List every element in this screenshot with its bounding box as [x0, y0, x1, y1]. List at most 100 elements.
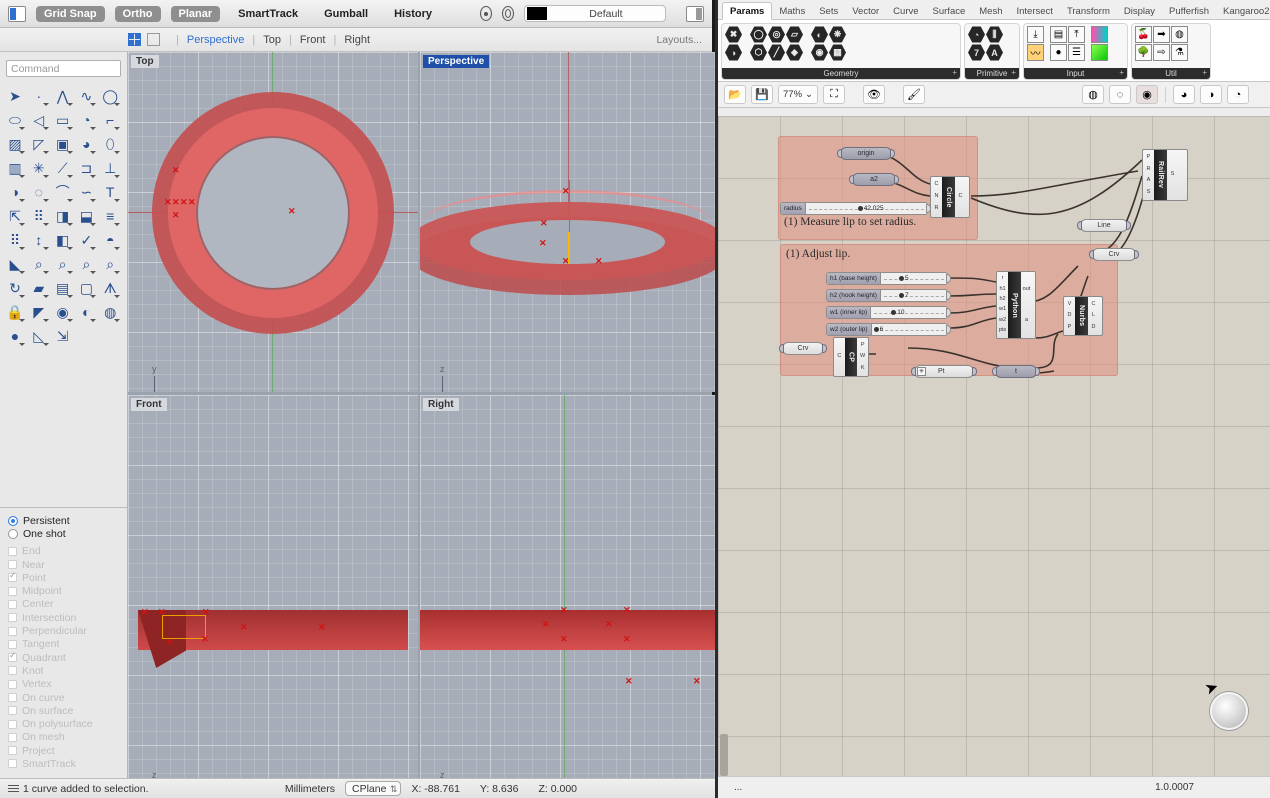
corner-icon[interactable]: ⌐ — [99, 109, 121, 131]
pin-C-out[interactable]: C — [1088, 301, 1099, 308]
slider-knob[interactable] — [873, 327, 879, 332]
text-icon[interactable]: A — [986, 44, 1003, 61]
tab-sets[interactable]: Sets — [812, 3, 845, 19]
data-tree-icon[interactable]: 🌳 — [1135, 44, 1152, 61]
paint-icon[interactable]: ◧ — [52, 229, 74, 251]
midpoint-checkbox[interactable] — [8, 586, 17, 596]
osnap-end[interactable]: End — [8, 545, 119, 558]
flatten-icon[interactable]: ✳ — [917, 367, 926, 376]
osnap-smarttrack[interactable]: SmartTrack — [8, 757, 119, 770]
line-icon[interactable]: ╱ — [768, 44, 785, 61]
slider-radius[interactable]: radius 42.025 — [780, 202, 931, 215]
point-icon[interactable]: · — [28, 85, 50, 107]
boolean-split-icon[interactable]: ⟋ — [52, 157, 74, 179]
pin-h2[interactable]: h2 — [997, 297, 1008, 303]
osnap-vertex[interactable]: Vertex — [8, 678, 119, 691]
ghosted-icon[interactable]: ◍ — [99, 301, 121, 323]
command-input[interactable]: Command — [6, 60, 121, 77]
project-checkbox[interactable] — [8, 746, 17, 756]
slider-knob[interactable] — [898, 276, 904, 281]
pin-r[interactable]: r — [997, 276, 1008, 282]
draw-icons-icon[interactable]: ◕ — [1173, 85, 1195, 104]
viewport-label-perspective[interactable]: Perspective — [423, 55, 490, 68]
pin-K-out[interactable]: K — [857, 365, 868, 372]
array-icon[interactable]: ⠿ — [28, 205, 50, 227]
rectangle-icon[interactable]: ▭ — [52, 109, 74, 131]
osnap-on-mesh[interactable]: On mesh — [8, 731, 119, 744]
pin-P[interactable]: P — [1143, 154, 1154, 161]
pin-L-out[interactable]: L — [1088, 313, 1099, 319]
blend-icon[interactable]: ∽ — [75, 181, 97, 203]
preview-off-icon[interactable]: ◉ — [1136, 85, 1158, 104]
point-checkbox[interactable] — [8, 570, 17, 583]
tab-pufferfish[interactable]: Pufferfish — [1162, 3, 1216, 19]
input-nub[interactable] — [849, 175, 854, 184]
viewport-right[interactable]: ✕ ✕ ✕ ✕ ✕ ✕ ✕ ✕ z y Right — [420, 395, 715, 798]
plane-icon[interactable]: ◑ — [725, 44, 742, 61]
vertex-checkbox[interactable] — [8, 679, 17, 689]
one-shot-radio[interactable] — [8, 528, 18, 539]
viewport-label-front[interactable]: Front — [131, 398, 167, 411]
pin-w1[interactable]: w1 — [997, 307, 1008, 313]
slider-w2[interactable]: w2 (outer lip) 6 — [826, 323, 951, 336]
param-a2[interactable]: a2 — [849, 173, 899, 186]
zoom-in-icon[interactable]: ⌕ — [28, 253, 50, 275]
file-icon[interactable]: ▤ — [1050, 26, 1067, 43]
circle-icon[interactable]: ◯ — [99, 85, 121, 107]
graph-mapper-icon[interactable]: 〰 — [1027, 44, 1044, 61]
pin-w2[interactable]: w2 — [997, 317, 1008, 324]
on-surface-checkbox[interactable] — [8, 706, 17, 716]
tab-mesh[interactable]: Mesh — [972, 3, 1009, 19]
draw-fancy-wires-icon[interactable]: ◑ — [1200, 85, 1222, 104]
mesh-icon[interactable]: ▤ — [52, 277, 74, 299]
slider-knob[interactable] — [891, 310, 897, 315]
lightbulb-render-icon[interactable]: ◣ — [4, 253, 26, 275]
vector-icon[interactable]: ◉ — [811, 44, 828, 61]
smarttrack-checkbox[interactable] — [8, 759, 17, 769]
tab-perspective[interactable]: Perspective — [187, 34, 244, 46]
panel-icon[interactable]: ☰ — [1068, 44, 1085, 61]
boolean-icon[interactable]: ◔ — [968, 26, 985, 43]
zoom-level-selector[interactable]: 77% ⌄ — [778, 85, 818, 104]
text-icon[interactable]: T — [99, 181, 121, 203]
layouts-button[interactable]: Layouts... — [656, 34, 702, 46]
osnap-point[interactable]: Point — [8, 570, 119, 584]
scale-icon[interactable]: ⇱ — [4, 205, 26, 227]
pin-D-out[interactable]: D — [1088, 324, 1099, 331]
osnap-perpendicular[interactable]: Perpendicular — [8, 624, 119, 637]
osnap-midpoint[interactable]: Midpoint — [8, 584, 119, 597]
layer-color-swatch[interactable] — [526, 7, 547, 20]
field-icon[interactable]: ❋ — [829, 26, 846, 43]
tab-kangaroo2[interactable]: Kangaroo2 — [1216, 3, 1270, 19]
grid-snap-button[interactable]: Grid Snap — [36, 5, 105, 22]
component-nurbs[interactable]: V D P Nurbs C L D — [1063, 296, 1103, 336]
on-polysurface-checkbox[interactable] — [8, 719, 17, 729]
component-railrev[interactable]: P R A S RailRev S — [1142, 149, 1188, 201]
param-crv-upper[interactable]: Crv — [1089, 248, 1139, 261]
input-nub[interactable] — [911, 367, 916, 376]
param-t[interactable]: t — [992, 365, 1040, 378]
open-file-icon[interactable]: 📂 — [724, 85, 746, 104]
pin-C-out[interactable]: C — [955, 194, 966, 200]
car-render-icon[interactable]: ▰ — [28, 277, 50, 299]
mesh-icon[interactable]: ◐ — [811, 26, 828, 43]
color-wheel-icon[interactable]: ◉ — [52, 301, 74, 323]
tab-maths[interactable]: Maths — [772, 3, 812, 19]
gh-canvas[interactable]: (1) Measure lip to set radius. (1) Adjus… — [718, 116, 1270, 776]
analysis-icon[interactable]: ≡ — [99, 205, 121, 227]
input-nub[interactable] — [779, 344, 784, 353]
input-nub[interactable] — [1077, 221, 1082, 230]
preview-shaded-icon[interactable]: ◍ — [1082, 85, 1104, 104]
tab-front[interactable]: Front — [300, 34, 326, 46]
gumball-handle[interactable] — [568, 232, 570, 264]
end-checkbox[interactable] — [8, 546, 17, 556]
tab-curve[interactable]: Curve — [886, 3, 925, 19]
tab-intersect[interactable]: Intersect — [1010, 3, 1060, 19]
pin-P[interactable]: P — [1064, 324, 1075, 331]
param-crv-lower[interactable]: Crv — [779, 342, 827, 355]
pin-V[interactable]: V — [1064, 301, 1075, 308]
smarttrack-button[interactable]: SmartTrack — [230, 6, 306, 22]
fillet-icon[interactable]: ⌒ — [52, 181, 74, 203]
zoom-extents-icon[interactable]: ⌕ — [99, 253, 121, 275]
osnap-quadrant[interactable]: Quadrant — [8, 650, 119, 664]
